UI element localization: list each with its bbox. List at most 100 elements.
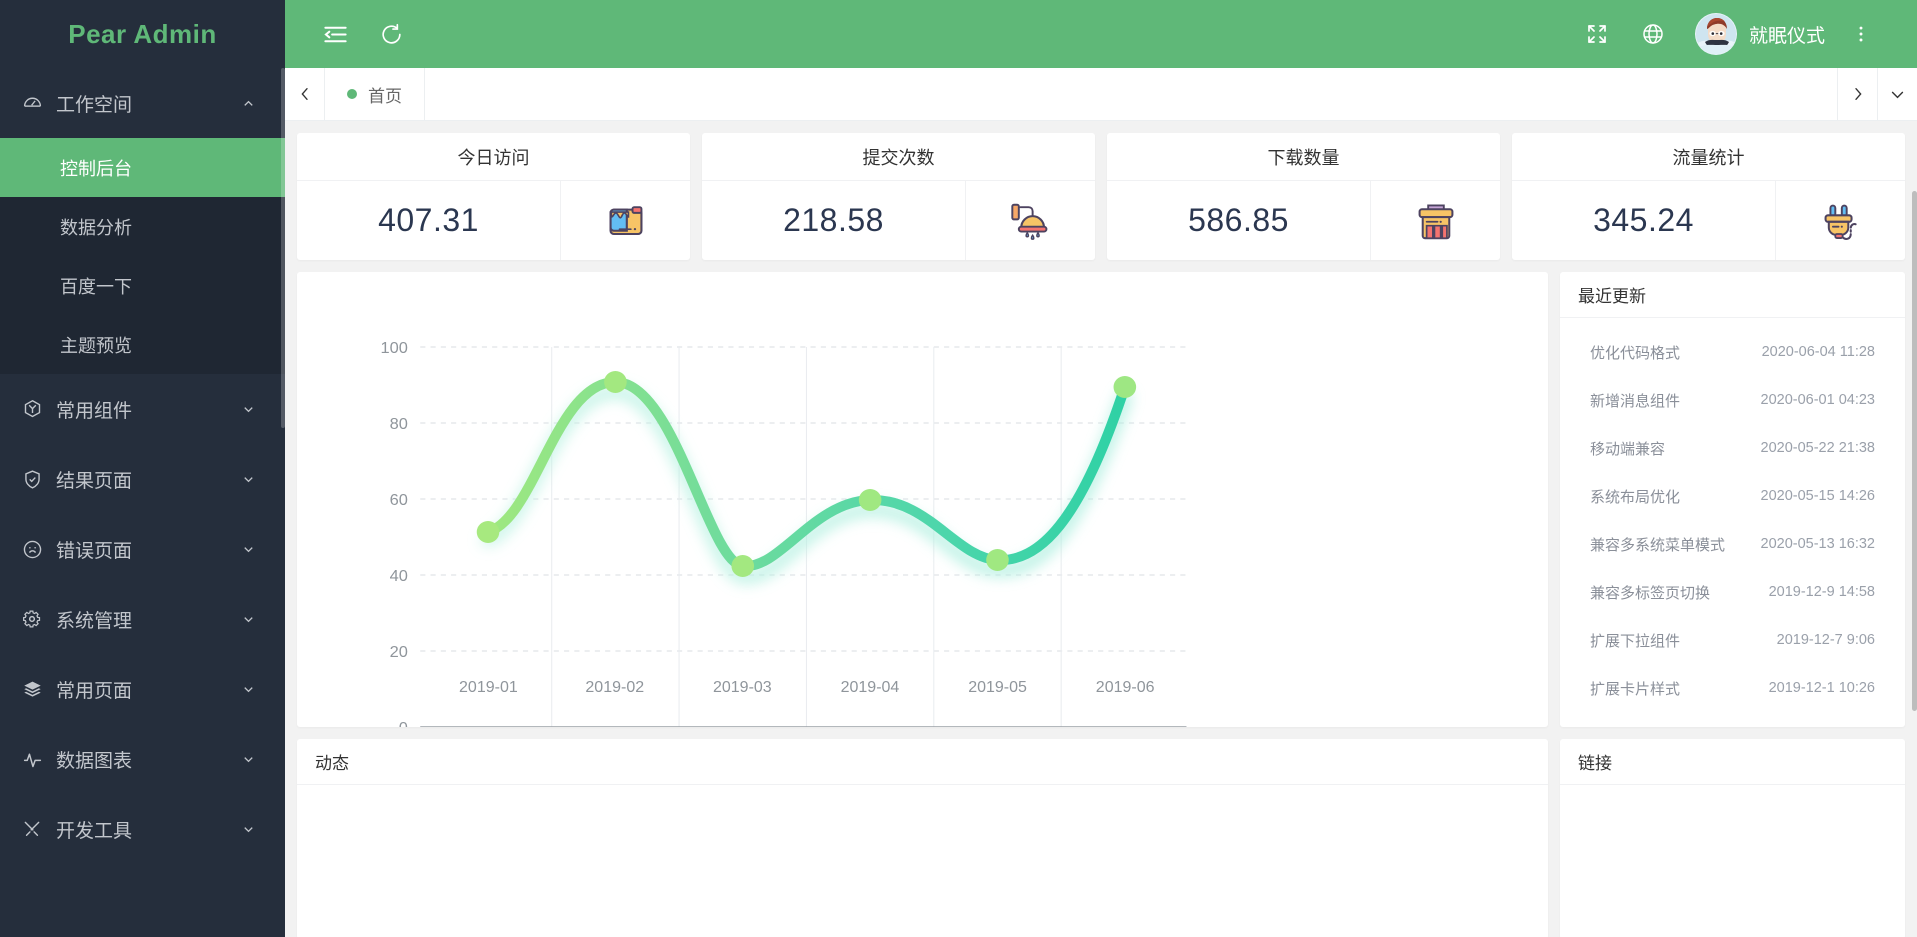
sidebar-item-theme-preview[interactable]: 主题预览	[0, 315, 285, 374]
fullscreen-icon[interactable]	[1569, 6, 1625, 62]
list-item[interactable]: 系统布局优化 2020-05-15 14:26	[1560, 472, 1905, 520]
username: 就眠仪式	[1748, 25, 1825, 47]
sidebar-group-workspace[interactable]: 工作空间	[0, 68, 285, 138]
user-menu[interactable]: 就眠仪式	[1694, 13, 1825, 55]
page-scrollbar[interactable]	[1912, 121, 1917, 937]
cube-icon	[22, 399, 52, 420]
chart-point	[1113, 376, 1137, 398]
sidebar-group-components[interactable]: 常用组件	[0, 374, 285, 444]
update-date: 2020-05-13 16:32	[1760, 536, 1876, 552]
sidebar-group-common-pages[interactable]: 常用页面	[0, 654, 285, 724]
update-label: 系统布局优化	[1590, 488, 1681, 506]
chart-y-tick: 100	[381, 339, 408, 357]
list-item[interactable]: 扩展卡片样式 2019-12-1 10:26	[1560, 664, 1905, 712]
links-panel-title: 链接	[1560, 739, 1905, 785]
gear-icon	[22, 609, 52, 629]
update-date: 2020-05-22 21:38	[1760, 440, 1876, 456]
trash-bin-icon	[1370, 181, 1500, 260]
sidebar-group-system-management[interactable]: 系统管理	[0, 584, 285, 654]
sidebar-group-label: 系统管理	[56, 610, 133, 632]
stat-card-title: 流量统计	[1512, 133, 1905, 181]
stat-cards-row: 今日访问 407.31 提交次数 218.58 下载数量 586.85 流量统计…	[297, 133, 1905, 260]
chevron-up-icon	[237, 92, 259, 114]
chevron-left-icon[interactable]	[285, 68, 325, 120]
page-content: 今日访问 407.31 提交次数 218.58 下载数量 586.85 流量统计…	[285, 121, 1917, 937]
sidebar-group-label: 常用组件	[56, 400, 133, 422]
recent-updates-panel: 最近更新 优化代码格式 2020-06-04 11:28 新增消息组件 2020…	[1560, 272, 1905, 727]
sidebar-menu: 工作空间 控制后台 数据分析 百度一下 主题预览 常用组件 结果页面 错误页面 …	[0, 68, 285, 864]
update-date: 2019-12-9 14:58	[1768, 584, 1875, 600]
sidebar-group-result-pages[interactable]: 结果页面	[0, 444, 285, 514]
stat-card-submit-count: 提交次数 218.58	[702, 133, 1095, 260]
tab-home[interactable]: 首页	[325, 68, 425, 120]
sidebar-group-label: 数据图表	[56, 750, 133, 772]
visits-line-chart[interactable]: 100 80 60 40 20 0 2019-01 2019-02 2019-0…	[297, 272, 1548, 727]
chart-point	[858, 489, 882, 511]
more-vertical-icon[interactable]	[1833, 6, 1889, 62]
tab-label: 首页	[368, 86, 402, 106]
chart-y-tick: 80	[390, 415, 408, 433]
chevron-down-icon	[237, 818, 259, 840]
paint-bucket-icon	[560, 181, 690, 260]
stat-card-value: 586.85	[1188, 202, 1289, 238]
list-item[interactable]: 扩展下拉组件 2019-12-7 9:06	[1560, 616, 1905, 664]
sidebar-submenu-workspace: 控制后台 数据分析 百度一下 主题预览	[0, 138, 285, 374]
stat-card-today-visits: 今日访问 407.31	[297, 133, 690, 260]
chart-y-tick: 0	[399, 719, 408, 727]
update-date: 2020-05-15 14:26	[1760, 488, 1876, 504]
update-date: 2019-12-7 9:06	[1776, 632, 1875, 648]
chart-point	[986, 549, 1009, 571]
sidebar-item-control-backend[interactable]: 控制后台	[0, 138, 285, 197]
brand-logo[interactable]: Pear Admin	[0, 0, 285, 68]
stat-card-title: 提交次数	[702, 133, 1095, 181]
layers-icon	[22, 679, 52, 700]
globe-icon[interactable]	[1625, 6, 1681, 62]
chevron-down-icon	[237, 468, 259, 490]
chart-svg: 100 80 60 40 20 0	[381, 339, 1187, 727]
update-date: 2019-12-1 10:26	[1768, 680, 1875, 696]
power-plug-icon	[1775, 181, 1905, 260]
sidebar-group-error-pages[interactable]: 错误页面	[0, 514, 285, 584]
menu-collapse-icon[interactable]	[307, 6, 363, 62]
list-item[interactable]: 移动端兼容 2020-05-22 21:38	[1560, 424, 1905, 472]
update-label: 新增消息组件	[1590, 392, 1681, 410]
sidebar-group-dev-tools[interactable]: 开发工具	[0, 794, 285, 864]
chevron-down-icon	[237, 398, 259, 420]
sidebar-group-data-charts[interactable]: 数据图表	[0, 724, 285, 794]
top-header: 就眠仪式	[285, 0, 1917, 68]
recent-updates-list: 优化代码格式 2020-06-04 11:28 新增消息组件 2020-06-0…	[1560, 318, 1905, 727]
refresh-icon[interactable]	[363, 6, 419, 62]
chevron-down-icon	[237, 538, 259, 560]
chart-point	[604, 371, 627, 393]
update-label: 扩展下拉组件	[1590, 632, 1681, 650]
sidebar-group-label: 工作空间	[56, 94, 133, 116]
sidebar-item-baidu[interactable]: 百度一下	[0, 256, 285, 315]
sidebar-group-label: 结果页面	[56, 470, 133, 492]
links-panel: 链接	[1560, 739, 1905, 937]
chevron-down-icon	[237, 678, 259, 700]
stat-card-traffic-stats: 流量统计 345.24	[1512, 133, 1905, 260]
update-date: 2020-06-04 11:28	[1761, 344, 1875, 360]
shield-check-icon	[22, 469, 52, 490]
stat-card-value: 407.31	[378, 202, 479, 238]
shower-icon	[965, 181, 1095, 260]
sidebar-item-data-analysis[interactable]: 数据分析	[0, 197, 285, 256]
chevron-down-icon	[237, 748, 259, 770]
chart-y-tick: 60	[390, 491, 408, 509]
tab-bar: 首页	[285, 68, 1917, 121]
list-item[interactable]: 新增消息组件 2020-06-01 04:23	[1560, 376, 1905, 424]
avatar	[1694, 13, 1737, 55]
chevron-down-icon[interactable]	[1877, 68, 1917, 120]
chevron-right-icon[interactable]	[1837, 68, 1877, 120]
stat-card-value: 345.24	[1593, 202, 1694, 238]
list-item[interactable]: 优化代码格式 2020-06-04 11:28	[1560, 328, 1905, 376]
chart-point	[731, 555, 755, 577]
sidebar: Pear Admin 工作空间 控制后台 数据分析 百度一下 主题预览 常用组件…	[0, 0, 285, 937]
dynamic-panel: 动态	[297, 739, 1548, 937]
dashboard-icon	[22, 93, 52, 114]
update-label: 移动端兼容	[1590, 440, 1666, 458]
list-item[interactable]: 兼容多系统菜单模式 2020-05-13 16:32	[1560, 520, 1905, 568]
sidebar-group-label: 开发工具	[56, 820, 133, 842]
chart-y-tick: 20	[390, 643, 408, 661]
list-item[interactable]: 兼容多标签页切换 2019-12-9 14:58	[1560, 568, 1905, 616]
